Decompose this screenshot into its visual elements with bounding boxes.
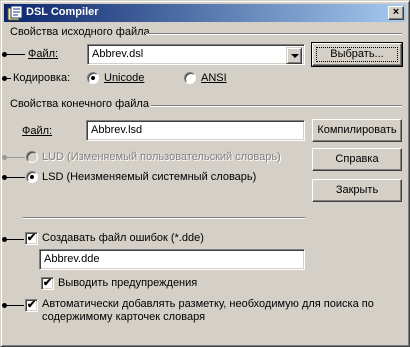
create-errors-label[interactable]: Создавать файл ошибок (*.dde)	[42, 232, 204, 244]
errors-file-value: Abbrev.dde	[44, 253, 100, 265]
target-file-input[interactable]: Abbrev.lsd	[86, 120, 305, 141]
target-group-divider	[151, 105, 402, 107]
check-mark-icon: ✔	[42, 277, 53, 289]
lsd-radio[interactable]	[26, 171, 38, 183]
create-errors-checkbox[interactable]: ✔	[25, 232, 38, 245]
compiler-window: DSL Compiler × Свойства исходного файла …	[0, 0, 410, 347]
compile-button[interactable]: Компилировать	[312, 119, 402, 142]
lud-radio[interactable]	[26, 151, 38, 163]
markup-leader	[2, 303, 24, 308]
warnings-checkbox[interactable]: ✔	[41, 277, 54, 290]
check-mark-icon: ✔	[26, 299, 37, 311]
markup-label[interactable]: Автоматически добавлять разметку, необхо…	[42, 298, 382, 324]
check-mark-icon: ✔	[26, 232, 37, 244]
markup-checkbox[interactable]: ✔	[25, 299, 38, 312]
lud-label[interactable]: LUD (Изменяемый пользовательский словарь…	[42, 151, 281, 163]
help-button-label: Справка	[335, 153, 379, 165]
window-title: DSL Compiler	[26, 6, 99, 18]
errors-leader	[2, 237, 24, 242]
source-file-label: Файл:	[28, 48, 59, 60]
encoding-unicode-label[interactable]: Unicode	[104, 72, 144, 84]
focus-rect	[316, 47, 398, 62]
dsl-compiler-icon	[7, 5, 23, 21]
encoding-unicode-radio[interactable]	[87, 72, 99, 84]
browse-button[interactable]: Выбрать...	[311, 42, 403, 67]
source-file-combo[interactable]: Abbrev.dsl	[87, 44, 305, 65]
encoding-ansi-radio[interactable]	[184, 72, 196, 84]
source-group-divider	[146, 33, 402, 35]
target-file-label: Файл:	[22, 125, 53, 137]
warnings-label[interactable]: Выводить предупреждения	[58, 277, 197, 289]
close-icon: ×	[392, 6, 400, 18]
file-label-leader	[2, 52, 25, 57]
encoding-label: Кодировка:	[13, 72, 71, 84]
errors-file-input[interactable]: Abbrev.dde	[39, 249, 305, 270]
target-file-value: Abbrev.lsd	[91, 124, 143, 136]
close-button[interactable]: Закрыть	[312, 179, 402, 202]
close-button-label: Закрыть	[335, 184, 379, 196]
lsd-label[interactable]: LSD (Неизменяемый системный словарь)	[42, 171, 256, 183]
lsd-leader	[2, 175, 25, 180]
errors-separator	[23, 217, 305, 219]
source-file-value: Abbrev.dsl	[92, 48, 144, 60]
encoding-label-leader	[2, 76, 11, 81]
lud-leader	[2, 155, 25, 160]
encoding-ansi-label[interactable]: ANSI	[201, 72, 227, 84]
close-window-button[interactable]: ×	[388, 6, 404, 20]
target-group-title: Свойства конечного файла	[10, 98, 149, 110]
chevron-down-icon[interactable]	[286, 47, 302, 64]
help-button[interactable]: Справка	[312, 148, 402, 171]
title-bar[interactable]: DSL Compiler ×	[4, 4, 406, 22]
source-group-title: Свойства исходного файла	[10, 26, 150, 38]
compile-button-label: Компилировать	[317, 124, 397, 136]
